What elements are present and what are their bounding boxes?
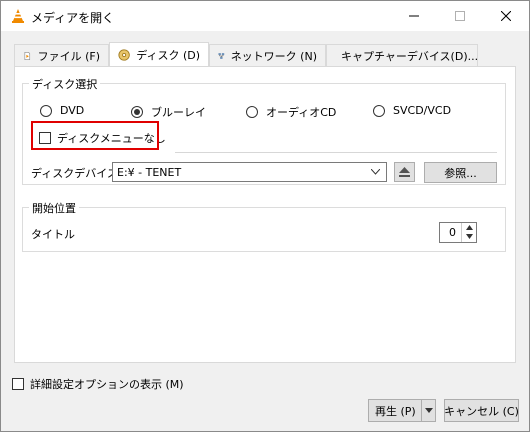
start-position-group — [22, 207, 506, 252]
maximize-button[interactable] — [437, 1, 483, 31]
show-advanced-label: 詳細設定オプションの表示 (M) — [30, 378, 184, 391]
vlc-cone-icon — [12, 9, 24, 23]
tab-disc[interactable]: ディスク (D) — [109, 42, 209, 66]
radio-svcd-vcd[interactable]: SVCD/VCD — [373, 104, 451, 117]
radio-dvd[interactable]: DVD — [40, 104, 84, 117]
title-bar: メディアを開く — [1, 1, 529, 31]
radio-svcd-vcd-indicator — [373, 104, 385, 117]
start-position-heading: 開始位置 — [29, 200, 79, 216]
radio-audio-cd-label: オーディオCD — [266, 106, 337, 119]
disc-select-heading: ディスク選択 — [29, 76, 101, 92]
cancel-button-label: キャンセル (C) — [444, 404, 519, 418]
spin-down-icon — [466, 234, 473, 239]
radio-dvd-indicator — [40, 104, 52, 117]
disc-device-value: E:¥ - TENET — [117, 165, 182, 179]
spin-up-icon — [466, 225, 473, 230]
close-icon — [501, 11, 511, 21]
browse-button[interactable]: 参照... — [424, 162, 497, 183]
tab-disc-label: ディスク (D) — [136, 48, 200, 62]
file-icon — [24, 51, 31, 60]
maximize-icon — [455, 11, 465, 21]
network-icon — [218, 52, 225, 59]
show-advanced-box — [12, 378, 24, 390]
title-label: タイトル — [31, 228, 75, 241]
cancel-button[interactable]: キャンセル (C) — [444, 399, 519, 422]
tab-capture-device[interactable]: キャプチャーデバイス(D)... — [326, 44, 478, 66]
open-media-dialog: メディアを開く ファイル (F) ディスク (D) ネットワーク (N) キャプ… — [0, 0, 530, 432]
tab-network[interactable]: ネットワーク (N) — [209, 44, 326, 66]
spin-arrows[interactable] — [461, 223, 477, 242]
disc-device-combobox[interactable]: E:¥ - TENET — [112, 162, 387, 182]
close-button[interactable] — [483, 1, 529, 31]
play-split-divider — [421, 400, 422, 421]
highlight-box — [31, 121, 159, 150]
caret-down-icon[interactable] — [425, 408, 433, 413]
tab-network-label: ネットワーク (N) — [230, 49, 317, 63]
show-advanced-checkbox[interactable]: 詳細設定オプションの表示 (M) — [12, 376, 184, 392]
minimize-button[interactable] — [391, 1, 437, 31]
chevron-down-icon — [371, 169, 380, 175]
play-button[interactable]: 再生 (P) — [368, 399, 436, 422]
radio-bluray-indicator — [131, 106, 143, 118]
window-title: メディアを開く — [31, 11, 115, 25]
radio-audio-cd-indicator — [246, 106, 258, 118]
disc-icon — [118, 48, 130, 61]
radio-dvd-label: DVD — [60, 104, 85, 117]
disc-tab-panel: ディスク選択 DVD ブルーレイ オーディオCD SVCD/VCD ディスクメニ… — [14, 66, 516, 363]
eject-icon — [399, 167, 410, 177]
radio-bluray[interactable]: ブルーレイ — [131, 104, 206, 120]
eject-button[interactable] — [394, 162, 415, 182]
browse-button-label: 参照... — [444, 166, 477, 180]
title-spinbox[interactable]: 0 — [439, 222, 477, 243]
radio-svcd-vcd-label: SVCD/VCD — [393, 104, 452, 117]
title-spinbox-value: 0 — [449, 226, 456, 239]
tab-file[interactable]: ファイル (F) — [14, 44, 109, 66]
tab-file-label: ファイル (F) — [37, 49, 100, 63]
radio-bluray-label: ブルーレイ — [151, 106, 206, 119]
tab-capture-label: キャプチャーデバイス(D)... — [341, 49, 479, 63]
separator — [175, 152, 497, 153]
disc-device-label: ディスクデバイス — [31, 167, 118, 180]
radio-audio-cd[interactable]: オーディオCD — [246, 104, 336, 120]
play-button-label: 再生 (P) — [375, 404, 416, 418]
minimize-icon — [409, 15, 419, 17]
